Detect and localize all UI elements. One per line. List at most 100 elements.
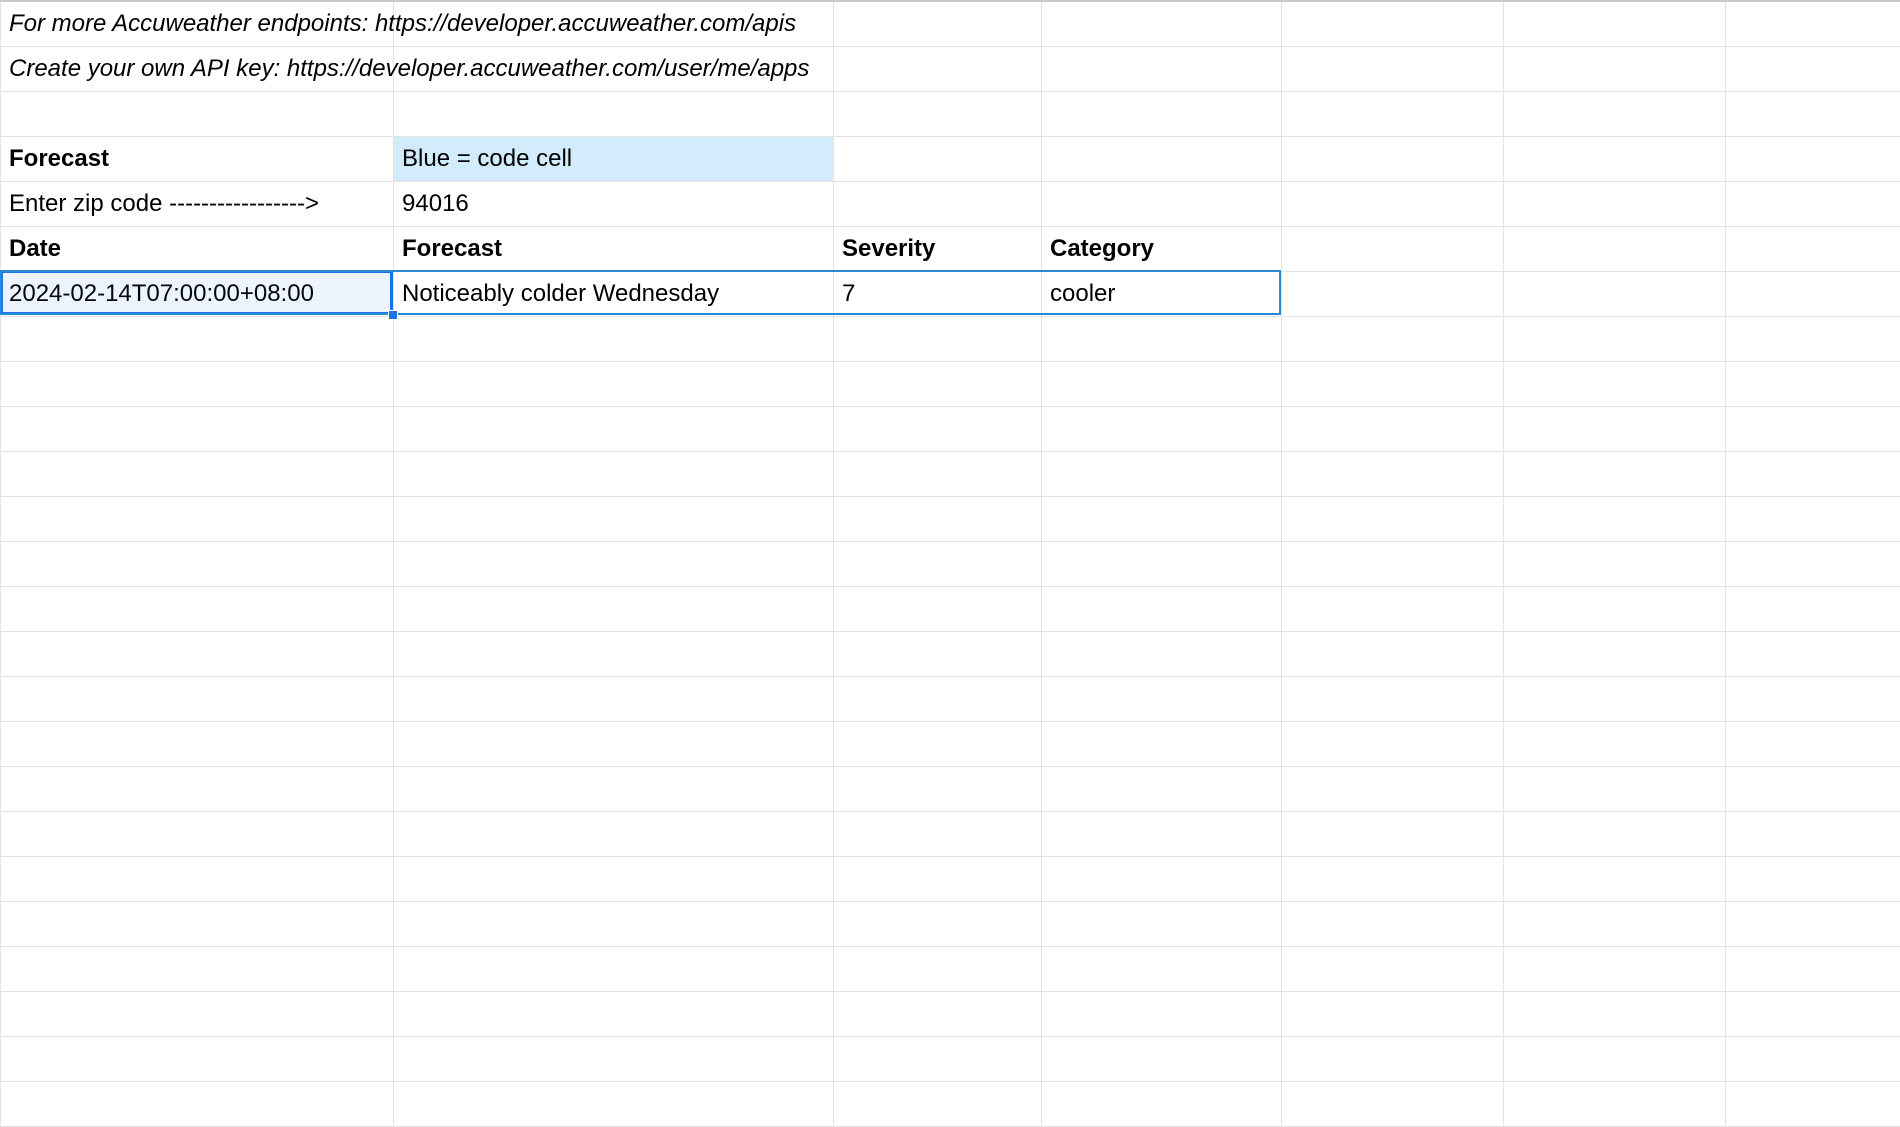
cell-c11[interactable]	[834, 451, 1042, 496]
cell-e9[interactable]	[1282, 361, 1504, 406]
cell-d22[interactable]	[1042, 946, 1282, 991]
cell-f1[interactable]	[1504, 1, 1726, 46]
cell-b19[interactable]	[394, 811, 834, 856]
cell-e22[interactable]	[1282, 946, 1504, 991]
cell-g14[interactable]	[1726, 586, 1900, 631]
cell-d13[interactable]	[1042, 541, 1282, 586]
cell-g12[interactable]	[1726, 496, 1900, 541]
cell-b23[interactable]	[394, 991, 834, 1036]
cell-a14[interactable]	[1, 586, 394, 631]
cell-e17[interactable]	[1282, 721, 1504, 766]
cell-f14[interactable]	[1504, 586, 1726, 631]
cell-g19[interactable]	[1726, 811, 1900, 856]
cell-a21[interactable]	[1, 901, 394, 946]
cell-a16[interactable]	[1, 676, 394, 721]
cell-f2[interactable]	[1504, 46, 1726, 91]
cell-a23[interactable]	[1, 991, 394, 1036]
cell-a22[interactable]	[1, 946, 394, 991]
cell-b9[interactable]	[394, 361, 834, 406]
cell-g24[interactable]	[1726, 1036, 1900, 1081]
cell-f15[interactable]	[1504, 631, 1726, 676]
cell-e8[interactable]	[1282, 316, 1504, 361]
cell-c20[interactable]	[834, 856, 1042, 901]
cell-d24[interactable]	[1042, 1036, 1282, 1081]
cell-f18[interactable]	[1504, 766, 1726, 811]
cell-b21[interactable]	[394, 901, 834, 946]
cell-f10[interactable]	[1504, 406, 1726, 451]
cell-f9[interactable]	[1504, 361, 1726, 406]
cell-header-severity[interactable]: Severity	[834, 226, 1042, 271]
cell-header-category[interactable]: Category	[1042, 226, 1282, 271]
cell-e25[interactable]	[1282, 1081, 1504, 1126]
cell-e13[interactable]	[1282, 541, 1504, 586]
cell-b11[interactable]	[394, 451, 834, 496]
cell-g16[interactable]	[1726, 676, 1900, 721]
cell-c10[interactable]	[834, 406, 1042, 451]
cell-d16[interactable]	[1042, 676, 1282, 721]
cell-e11[interactable]	[1282, 451, 1504, 496]
cell-header-date[interactable]: Date	[1, 226, 394, 271]
cell-d23[interactable]	[1042, 991, 1282, 1036]
cell-f3[interactable]	[1504, 91, 1726, 136]
cell-g4[interactable]	[1726, 136, 1900, 181]
cell-a18[interactable]	[1, 766, 394, 811]
cell-f24[interactable]	[1504, 1036, 1726, 1081]
cell-g23[interactable]	[1726, 991, 1900, 1036]
cell-g3[interactable]	[1726, 91, 1900, 136]
cell-g7[interactable]	[1726, 271, 1900, 316]
cell-d4[interactable]	[1042, 136, 1282, 181]
cell-f21[interactable]	[1504, 901, 1726, 946]
cell-f13[interactable]	[1504, 541, 1726, 586]
cell-b13[interactable]	[394, 541, 834, 586]
cell-c18[interactable]	[834, 766, 1042, 811]
cell-d21[interactable]	[1042, 901, 1282, 946]
cell-b15[interactable]	[394, 631, 834, 676]
cell-e10[interactable]	[1282, 406, 1504, 451]
cell-f22[interactable]	[1504, 946, 1726, 991]
cell-f25[interactable]	[1504, 1081, 1726, 1126]
cell-a8[interactable]	[1, 316, 394, 361]
cell-f8[interactable]	[1504, 316, 1726, 361]
cell-a20[interactable]	[1, 856, 394, 901]
cell-a3[interactable]	[1, 91, 394, 136]
cell-g21[interactable]	[1726, 901, 1900, 946]
cell-f16[interactable]	[1504, 676, 1726, 721]
cell-a13[interactable]	[1, 541, 394, 586]
cell-b16[interactable]	[394, 676, 834, 721]
cell-g5[interactable]	[1726, 181, 1900, 226]
cell-a24[interactable]	[1, 1036, 394, 1081]
cell-e2[interactable]	[1282, 46, 1504, 91]
cell-info-apikey[interactable]: Create your own API key: https://develop…	[1, 46, 394, 91]
cell-e23[interactable]	[1282, 991, 1504, 1036]
cell-d18[interactable]	[1042, 766, 1282, 811]
spreadsheet-grid[interactable]: For more Accuweather endpoints: https://…	[0, 0, 1900, 1127]
cell-f6[interactable]	[1504, 226, 1726, 271]
cell-b17[interactable]	[394, 721, 834, 766]
cell-c22[interactable]	[834, 946, 1042, 991]
cell-b10[interactable]	[394, 406, 834, 451]
cell-f20[interactable]	[1504, 856, 1726, 901]
cell-b8[interactable]	[394, 316, 834, 361]
cell-data-forecast[interactable]: Noticeably colder Wednesday	[394, 271, 834, 316]
cell-d11[interactable]	[1042, 451, 1282, 496]
cell-d9[interactable]	[1042, 361, 1282, 406]
cell-d15[interactable]	[1042, 631, 1282, 676]
cell-zip-value[interactable]: 94016	[394, 181, 834, 226]
cell-e7[interactable]	[1282, 271, 1504, 316]
cell-b3[interactable]	[394, 91, 834, 136]
cell-e3[interactable]	[1282, 91, 1504, 136]
cell-f11[interactable]	[1504, 451, 1726, 496]
cell-g13[interactable]	[1726, 541, 1900, 586]
cell-f19[interactable]	[1504, 811, 1726, 856]
cell-c8[interactable]	[834, 316, 1042, 361]
cell-d10[interactable]	[1042, 406, 1282, 451]
cell-forecast-header[interactable]: Forecast	[1, 136, 394, 181]
cell-d25[interactable]	[1042, 1081, 1282, 1126]
cell-g10[interactable]	[1726, 406, 1900, 451]
cell-f4[interactable]	[1504, 136, 1726, 181]
cell-c15[interactable]	[834, 631, 1042, 676]
cell-c23[interactable]	[834, 991, 1042, 1036]
cell-enter-zip-label[interactable]: Enter zip code ----------------->	[1, 181, 394, 226]
cell-d8[interactable]	[1042, 316, 1282, 361]
cell-f7[interactable]	[1504, 271, 1726, 316]
